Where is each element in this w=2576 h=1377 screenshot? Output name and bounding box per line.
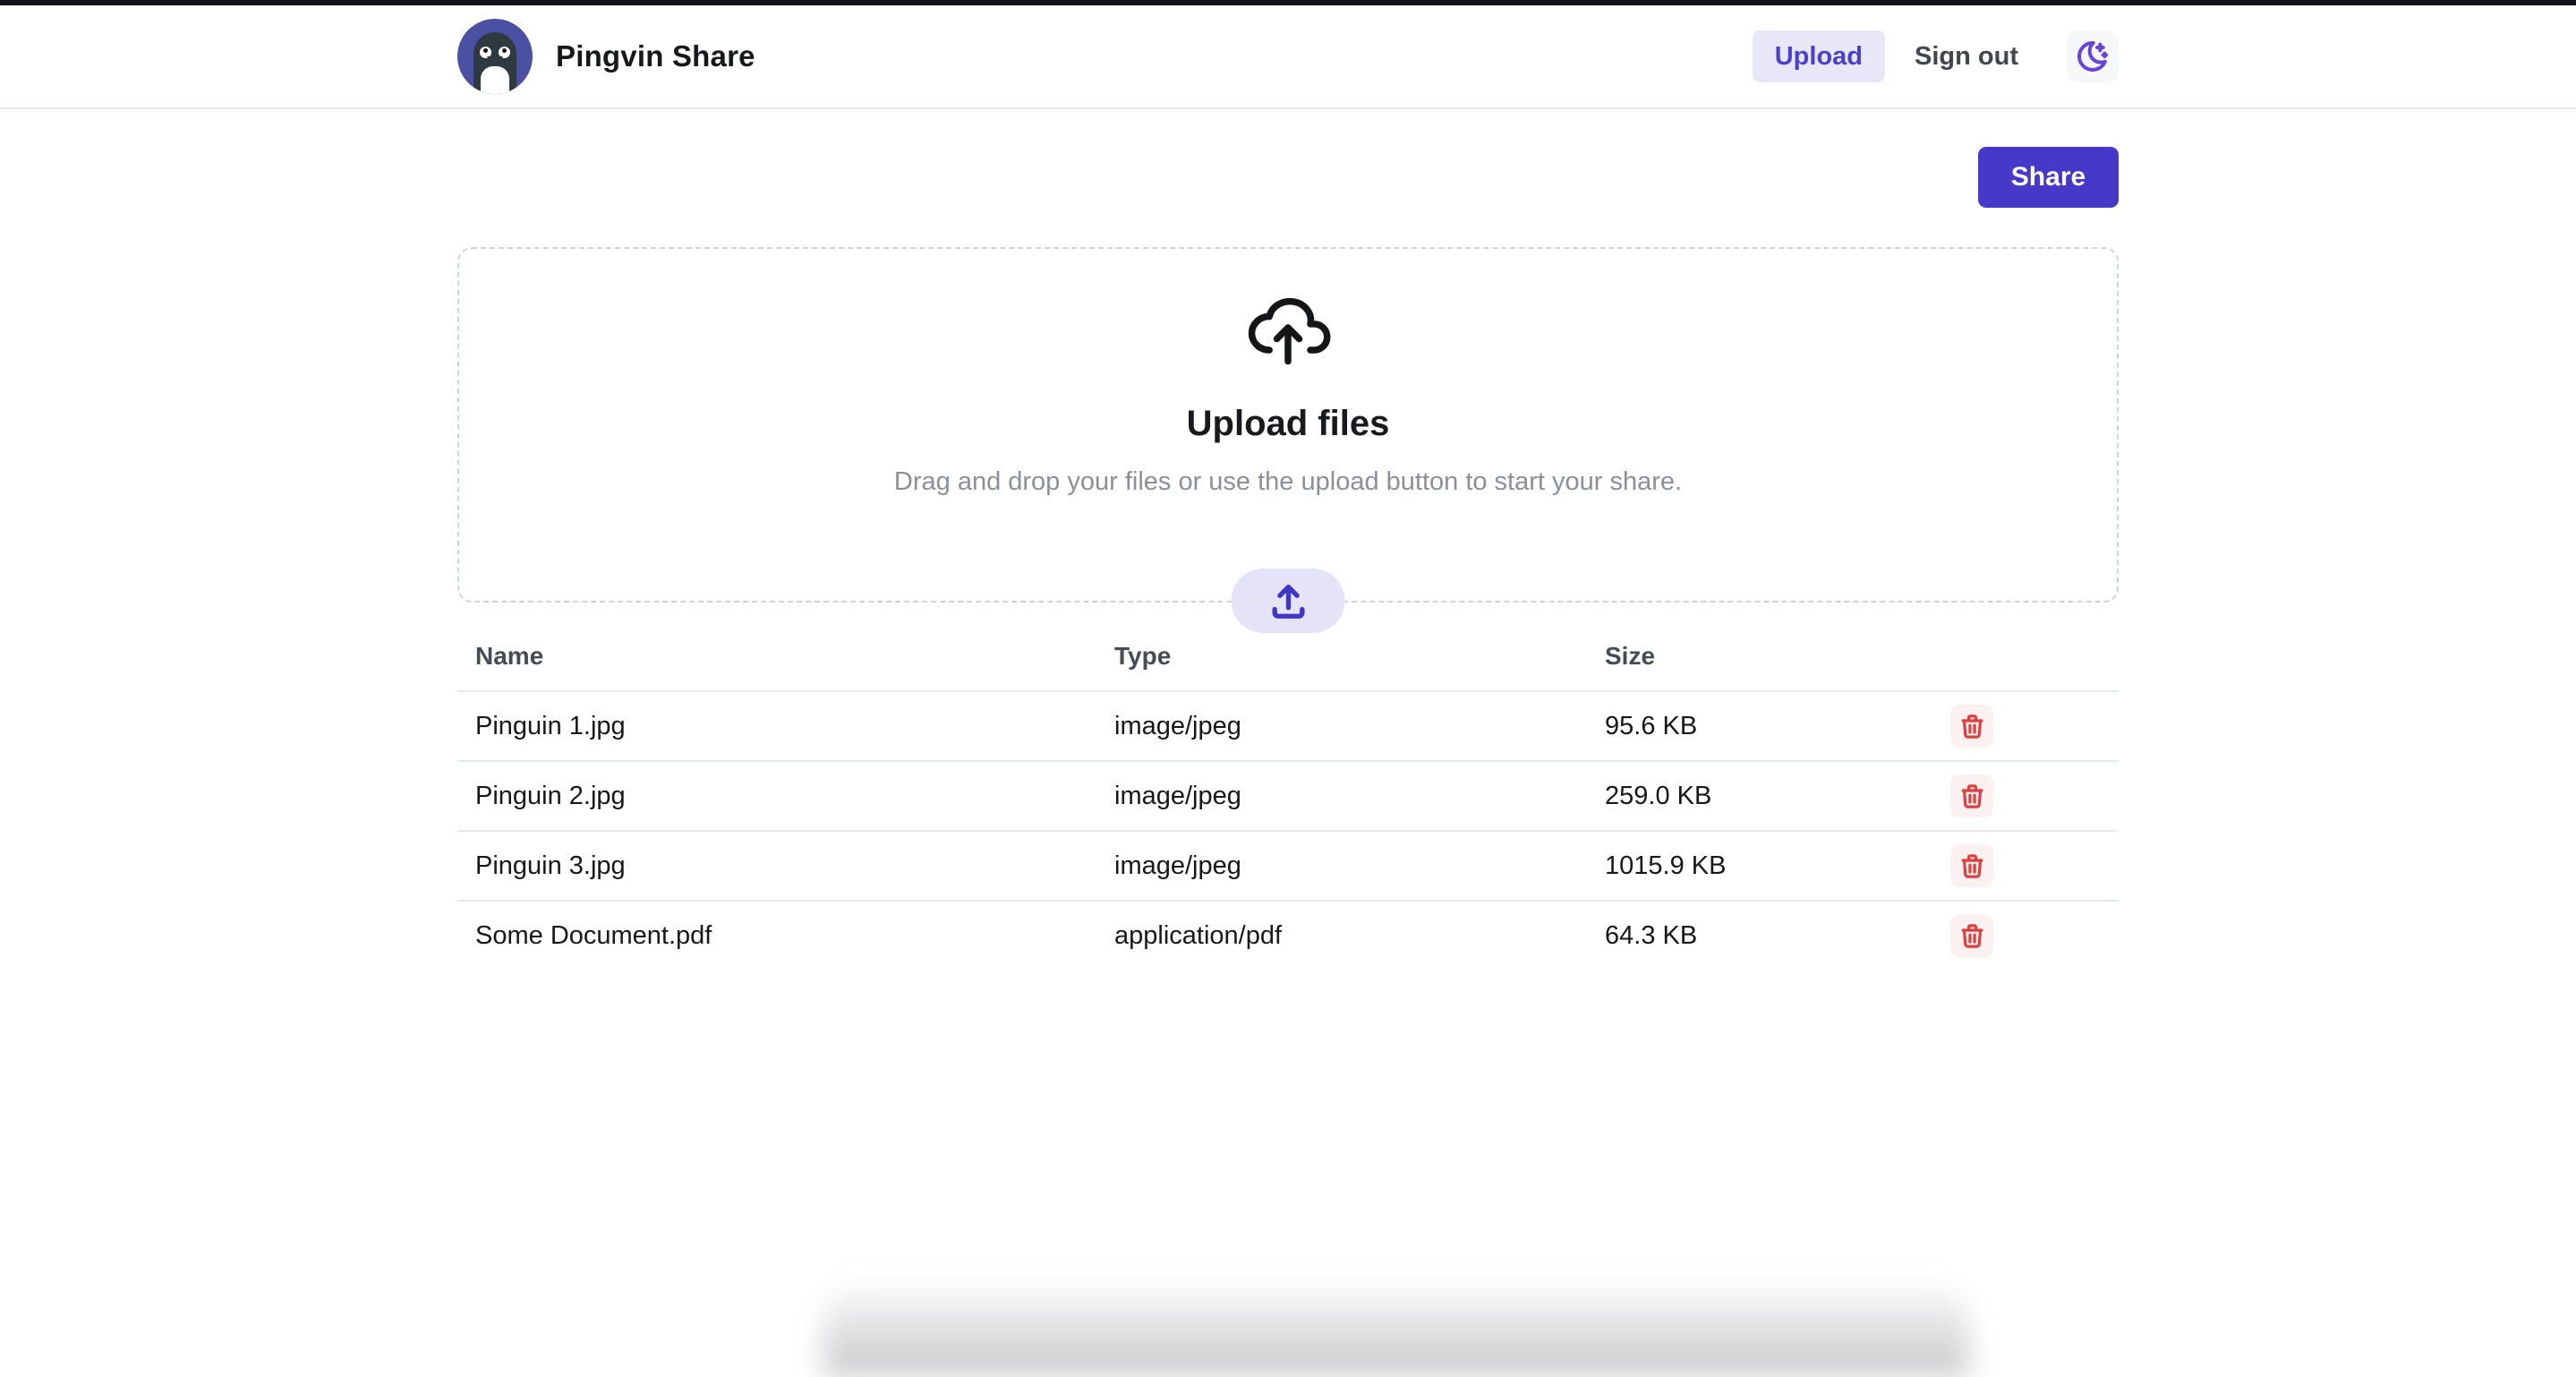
main-content: Share Upload files Drag and drop your fi… <box>457 147 2119 971</box>
moon-stars-icon <box>2075 38 2111 74</box>
penguin-beak <box>487 56 503 66</box>
column-header-type: Type <box>1096 631 1587 691</box>
bottom-screen-shadow <box>823 1279 1969 1377</box>
delete-file-button[interactable] <box>1950 774 1993 817</box>
table-row: Pinguin 2.jpg image/jpeg 259.0 KB <box>457 761 2119 831</box>
trash-icon <box>1958 713 1986 740</box>
file-name: Some Document.pdf <box>457 901 1096 971</box>
column-header-name: Name <box>457 631 1096 691</box>
column-header-actions <box>1936 631 2119 691</box>
theme-toggle-button[interactable] <box>2067 30 2119 82</box>
file-size: 95.6 KB <box>1587 691 1936 761</box>
file-size: 64.3 KB <box>1587 901 1936 971</box>
trash-icon <box>1958 783 1986 810</box>
file-type: image/jpeg <box>1096 761 1587 831</box>
table-header-row: Name Type Size <box>457 631 2119 691</box>
delete-file-button[interactable] <box>1950 705 1993 748</box>
nav-item-upload[interactable]: Upload <box>1753 30 1885 82</box>
nav-item-signout[interactable]: Sign out <box>1915 42 2018 72</box>
dropzone-title: Upload files <box>459 404 2117 444</box>
delete-file-button[interactable] <box>1950 844 1993 887</box>
file-dropzone[interactable]: Upload files Drag and drop your files or… <box>457 247 2119 603</box>
file-name: Pinguin 1.jpg <box>457 691 1096 761</box>
share-button[interactable]: Share <box>1978 147 2119 208</box>
upload-icon <box>1267 580 1309 621</box>
brand-home-link[interactable]: Pingvin Share <box>457 19 755 94</box>
table-row: Pinguin 3.jpg image/jpeg 1015.9 KB <box>457 831 2119 901</box>
upload-files-button[interactable] <box>1232 569 1345 633</box>
penguin-logo-icon <box>457 19 533 94</box>
app-header: Pingvin Share Upload Sign out <box>0 5 2576 109</box>
penguin-belly <box>481 66 509 94</box>
header-nav: Upload Sign out <box>1753 30 2119 82</box>
trash-icon <box>1958 852 1986 880</box>
file-size: 1015.9 KB <box>1587 831 1936 901</box>
file-type: image/jpeg <box>1096 831 1587 901</box>
file-name: Pinguin 3.jpg <box>457 831 1096 901</box>
dropzone-subtitle: Drag and drop your files or use the uplo… <box>459 467 2117 497</box>
file-name: Pinguin 2.jpg <box>457 761 1096 831</box>
column-header-size: Size <box>1587 631 1936 691</box>
files-table: Name Type Size Pinguin 1.jpg image/jpeg … <box>457 631 2119 971</box>
table-row: Some Document.pdf application/pdf 64.3 K… <box>457 901 2119 971</box>
file-type: image/jpeg <box>1096 691 1587 761</box>
trash-icon <box>1958 922 1986 950</box>
cloud-upload-icon <box>1243 249 1333 372</box>
app-title: Pingvin Share <box>556 39 755 73</box>
table-row: Pinguin 1.jpg image/jpeg 95.6 KB <box>457 691 2119 761</box>
delete-file-button[interactable] <box>1950 915 1993 958</box>
file-type: application/pdf <box>1096 901 1587 971</box>
penguin-body <box>473 32 516 94</box>
file-size: 259.0 KB <box>1587 761 1936 831</box>
